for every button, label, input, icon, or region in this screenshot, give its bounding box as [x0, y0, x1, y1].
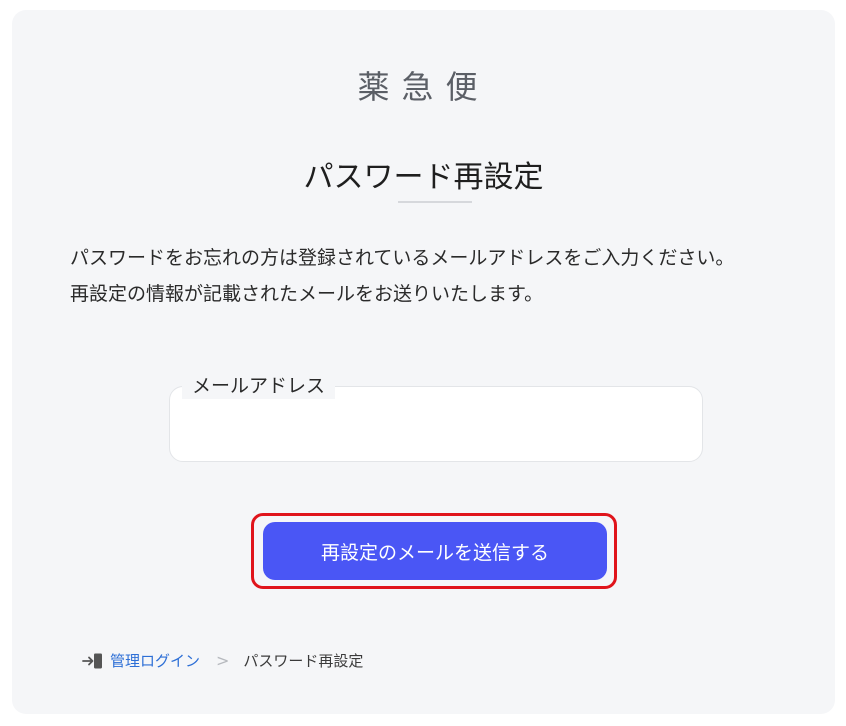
breadcrumb: 管理ログイン > パスワード再設定	[82, 650, 363, 671]
login-icon	[82, 652, 104, 670]
send-reset-email-button[interactable]: 再設定のメールを送信する	[263, 522, 607, 580]
page-title: パスワード再設定	[303, 160, 544, 195]
logo: 薬急便	[12, 62, 835, 108]
breadcrumb-admin-login-link[interactable]: 管理ログイン	[110, 650, 200, 671]
email-input[interactable]	[188, 409, 684, 443]
email-field[interactable]: メールアドレス	[169, 373, 703, 462]
breadcrumb-separator: >	[216, 651, 230, 670]
submit-button-highlight: 再設定のメールを送信する	[251, 513, 617, 589]
password-reset-card: 薬急便 パスワード再設定 パスワードをお忘れの方は登録されているメールアドレスを…	[12, 10, 835, 714]
email-field-label: メールアドレス	[182, 373, 336, 399]
logo-text: 薬急便	[357, 68, 490, 106]
description-line-1: パスワードをお忘れの方は登録されているメールアドレスをご入力ください。	[70, 247, 735, 269]
breadcrumb-current: パスワード再設定	[243, 652, 364, 670]
title-divider	[398, 201, 472, 203]
description-line-2: 再設定の情報が記載されたメールをお送りいたします。	[70, 283, 544, 305]
description-text: パスワードをお忘れの方は登録されているメールアドレスをご入力ください。 再設定の…	[70, 240, 790, 312]
